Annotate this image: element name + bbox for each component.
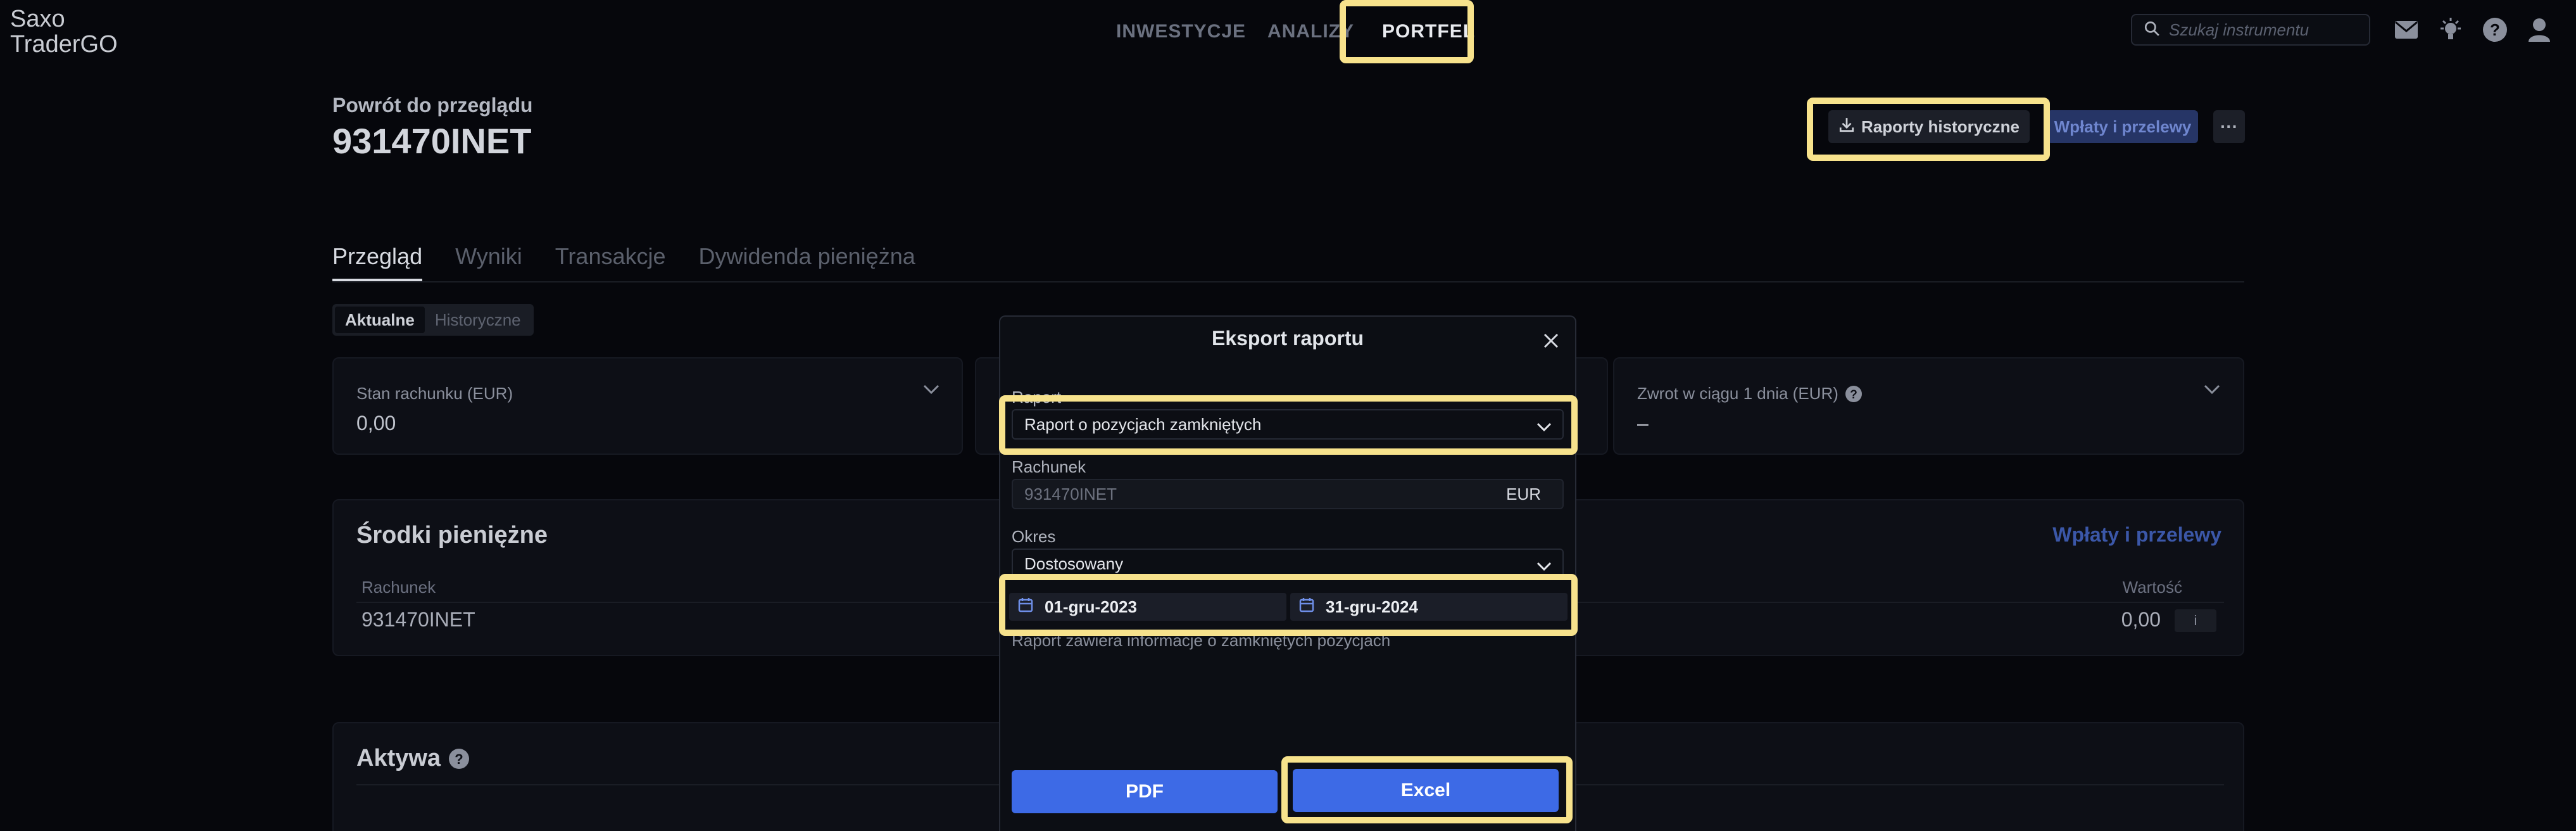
- period-value: Dostosowany: [1024, 554, 1124, 573]
- top-icons: ?: [2391, 14, 2568, 46]
- nav-item-analizy[interactable]: ANALIZY: [1267, 21, 1354, 42]
- search-input[interactable]: [2169, 20, 2359, 40]
- report-type-value: Raport o pozycjach zamkniętych: [1024, 414, 1262, 434]
- help-icon[interactable]: ?: [2479, 14, 2511, 46]
- info-button[interactable]: i: [2175, 609, 2216, 632]
- logo-line-2: TraderGO: [10, 31, 118, 58]
- chevron-down-icon: [1536, 557, 1552, 577]
- chevron-down-icon[interactable]: [922, 384, 940, 398]
- deposits-button[interactable]: Wpłaty i przelewy: [2047, 110, 2198, 143]
- mail-icon[interactable]: [2391, 14, 2422, 46]
- account-field: 931470INET EUR: [1012, 479, 1564, 509]
- date-from-value: 01-gru-2023: [1045, 597, 1137, 616]
- date-to-input[interactable]: 31-gru-2024: [1290, 593, 1568, 621]
- tabs: Przegląd Wyniki Transakcje Dywidenda pie…: [332, 243, 948, 281]
- chevron-down-icon[interactable]: [2203, 384, 2221, 398]
- cash-row-account: 931470INET: [361, 608, 475, 631]
- back-to-overview-link[interactable]: Powrót do przeglądu: [332, 94, 532, 117]
- balance-card[interactable]: Stan rachunku (EUR) 0,00: [332, 357, 963, 455]
- account-field-value: 931470INET: [1024, 484, 1117, 504]
- period-label: Okres: [1012, 527, 1056, 546]
- search-box[interactable]: [2131, 14, 2370, 46]
- help-icon[interactable]: ?: [448, 748, 470, 770]
- account-label: Rachunek: [1012, 457, 1086, 476]
- period-select[interactable]: Dostosowany: [1012, 549, 1564, 579]
- col-head-account: Rachunek: [361, 578, 436, 597]
- modal-title: Eksport raportu: [1211, 327, 1364, 350]
- return-card[interactable]: Zwrot w ciągu 1 dnia (EUR) ? –: [1613, 357, 2244, 455]
- logo-line-1: Saxo: [10, 6, 65, 32]
- cash-row-value: 0,00: [2121, 608, 2161, 631]
- logo[interactable]: Saxo TraderGO: [10, 6, 118, 57]
- report-type-select[interactable]: Raport o pozycjach zamkniętych: [1012, 409, 1564, 440]
- top-nav: INWESTYCJE ANALIZY PORTFEL: [1116, 19, 1497, 44]
- help-icon[interactable]: ?: [1845, 385, 1863, 403]
- svg-text:?: ?: [455, 751, 463, 767]
- balance-card-title: Stan rachunku (EUR): [356, 384, 513, 403]
- return-card-title: Zwrot w ciągu 1 dnia (EUR): [1637, 384, 1838, 403]
- historical-reports-button[interactable]: Raporty historyczne: [1828, 110, 2030, 143]
- calendar-icon: [1299, 597, 1326, 617]
- search-icon: [2144, 20, 2160, 40]
- tab-transakcje[interactable]: Transakcje: [555, 243, 666, 281]
- nav-item-portfel[interactable]: PORTFEL: [1382, 21, 1475, 42]
- nav-item-inwestycje[interactable]: INWESTYCJE: [1116, 21, 1246, 42]
- calendar-icon: [1018, 597, 1045, 617]
- date-to-value: 31-gru-2024: [1326, 597, 1418, 616]
- account-currency: EUR: [1506, 484, 1541, 504]
- cash-deposits-link[interactable]: Wpłaty i przelewy: [2052, 523, 2221, 547]
- page-title: 931470INET: [332, 121, 532, 161]
- historical-reports-label: Raporty historyczne: [1861, 117, 2020, 136]
- return-card-value: –: [1637, 412, 1649, 435]
- col-head-value: Wartość: [2122, 578, 2182, 597]
- page: Saxo TraderGO INWESTYCJE ANALIZY PORTFEL…: [0, 0, 2576, 831]
- more-options-button[interactable]: ···: [2213, 110, 2245, 143]
- tab-wyniki[interactable]: Wyniki: [455, 243, 522, 281]
- close-icon[interactable]: [1538, 328, 1564, 353]
- segment-historyczne[interactable]: Historyczne: [425, 307, 531, 333]
- tab-dywidenda[interactable]: Dywidenda pieniężna: [699, 243, 915, 281]
- tab-przeglad[interactable]: Przegląd: [332, 243, 423, 281]
- cash-section-title: Środki pieniężne: [356, 522, 548, 549]
- chevron-down-icon: [1536, 418, 1552, 438]
- assets-section-title: Aktywa: [356, 745, 441, 771]
- excel-export-button[interactable]: Excel: [1293, 769, 1559, 812]
- tabs-divider: [332, 281, 2244, 282]
- segment-aktualne[interactable]: Aktualne: [335, 307, 425, 333]
- date-from-input[interactable]: 01-gru-2023: [1009, 593, 1286, 621]
- download-icon: [1838, 117, 1861, 137]
- user-icon[interactable]: [2523, 14, 2555, 46]
- segment-control: Aktualne Historyczne: [332, 304, 534, 336]
- balance-card-value: 0,00: [356, 412, 396, 435]
- svg-text:?: ?: [1850, 388, 1857, 402]
- report-description: Raport zawiera informacje o zamkniętych …: [1012, 631, 1391, 650]
- report-type-label: Raport: [1012, 388, 1062, 407]
- lightbulb-icon[interactable]: [2435, 14, 2466, 46]
- pdf-export-button[interactable]: PDF: [1012, 770, 1278, 813]
- svg-text:?: ?: [2490, 20, 2500, 39]
